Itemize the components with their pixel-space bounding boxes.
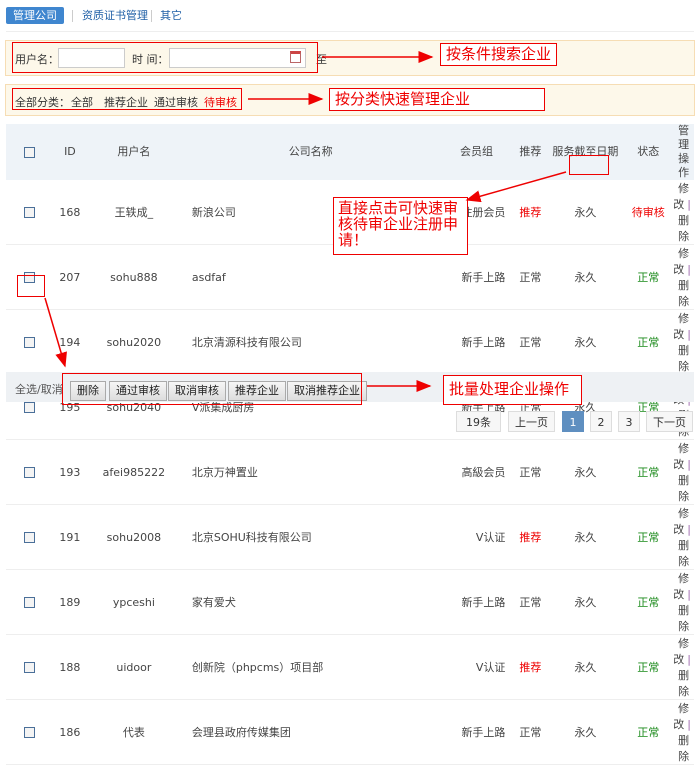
- delete-link[interactable]: 删除: [678, 669, 689, 698]
- delete-link[interactable]: 删除: [678, 604, 689, 633]
- table-row: 193 afei985222 北京万神置业 高級会员 正常 永久 正常 修改 |删…: [6, 439, 694, 505]
- row-expire: 永久: [547, 504, 624, 570]
- table-row: 186 代表 会理县政府传媒集团 新手上路 正常 永久 正常 修改 |删除: [6, 699, 694, 765]
- row-status[interactable]: 正常: [623, 569, 674, 635]
- annotation-arrows: [44, 51, 567, 392]
- delete-link[interactable]: 删除: [678, 474, 689, 503]
- delete-link[interactable]: 删除: [678, 539, 689, 568]
- row-company: 北京万神置业: [181, 439, 440, 505]
- divider: |: [687, 653, 691, 666]
- row-recommend[interactable]: 正常: [513, 439, 548, 505]
- row-status[interactable]: 正常: [623, 634, 674, 700]
- row-group: 新手上路: [439, 699, 514, 765]
- row-expire: 永久: [547, 569, 624, 635]
- divider: |: [687, 718, 691, 731]
- row-id: 188: [53, 634, 86, 700]
- row-username: ypceshi: [85, 569, 182, 635]
- arrow: [44, 297, 67, 368]
- row-company: 北京SOHU科技有限公司: [181, 504, 440, 570]
- row-group: 高級会员: [439, 439, 514, 505]
- table-row: 189 ypceshi 家有爱犬 新手上路 正常 永久 正常 修改 |删除: [6, 569, 694, 635]
- row-status[interactable]: 正常: [623, 699, 674, 765]
- row-company: 会理县政府传媒集团: [181, 699, 440, 765]
- row-username: 代表: [85, 699, 182, 765]
- row-checkbox[interactable]: [24, 532, 36, 543]
- row-group: V认证: [439, 504, 514, 570]
- row-checkbox[interactable]: [24, 467, 36, 478]
- row-group: 新手上路: [439, 569, 514, 635]
- row-username: sohu2008: [85, 504, 182, 570]
- divider: |: [687, 458, 691, 471]
- row-recommend[interactable]: 推荐: [513, 634, 548, 700]
- row-expire: 永久: [547, 634, 624, 700]
- row-recommend[interactable]: 推荐: [513, 504, 548, 570]
- row-status[interactable]: 正常: [623, 439, 674, 505]
- row-expire: 永久: [547, 439, 624, 505]
- delete-link[interactable]: 删除: [678, 734, 689, 763]
- row-username: afei985222: [85, 439, 182, 505]
- table-row: 191 sohu2008 北京SOHU科技有限公司 V认证 推荐 永久 正常 修…: [6, 504, 694, 570]
- arrow: [465, 171, 567, 203]
- row-company: 创新院（phpcms）项目部: [181, 634, 440, 700]
- divider: |: [687, 523, 691, 536]
- row-group: V认证: [439, 634, 514, 700]
- row-username: uidoor: [85, 634, 182, 700]
- row-checkbox[interactable]: [24, 662, 36, 673]
- row-company: 家有爱犬: [181, 569, 440, 635]
- row-id: 186: [53, 699, 86, 765]
- row-recommend[interactable]: 正常: [513, 699, 548, 765]
- row-status[interactable]: 正常: [623, 504, 674, 570]
- row-checkbox[interactable]: [24, 727, 36, 738]
- row-recommend[interactable]: 正常: [513, 569, 548, 635]
- row-id: 193: [53, 439, 86, 505]
- row-id: 189: [53, 569, 86, 635]
- divider: |: [687, 588, 691, 601]
- row-id: 191: [53, 504, 86, 570]
- table-row: 188 uidoor 创新院（phpcms）项目部 V认证 推荐 永久 正常 修…: [6, 634, 694, 700]
- row-checkbox[interactable]: [24, 597, 36, 608]
- row-expire: 永久: [547, 699, 624, 765]
